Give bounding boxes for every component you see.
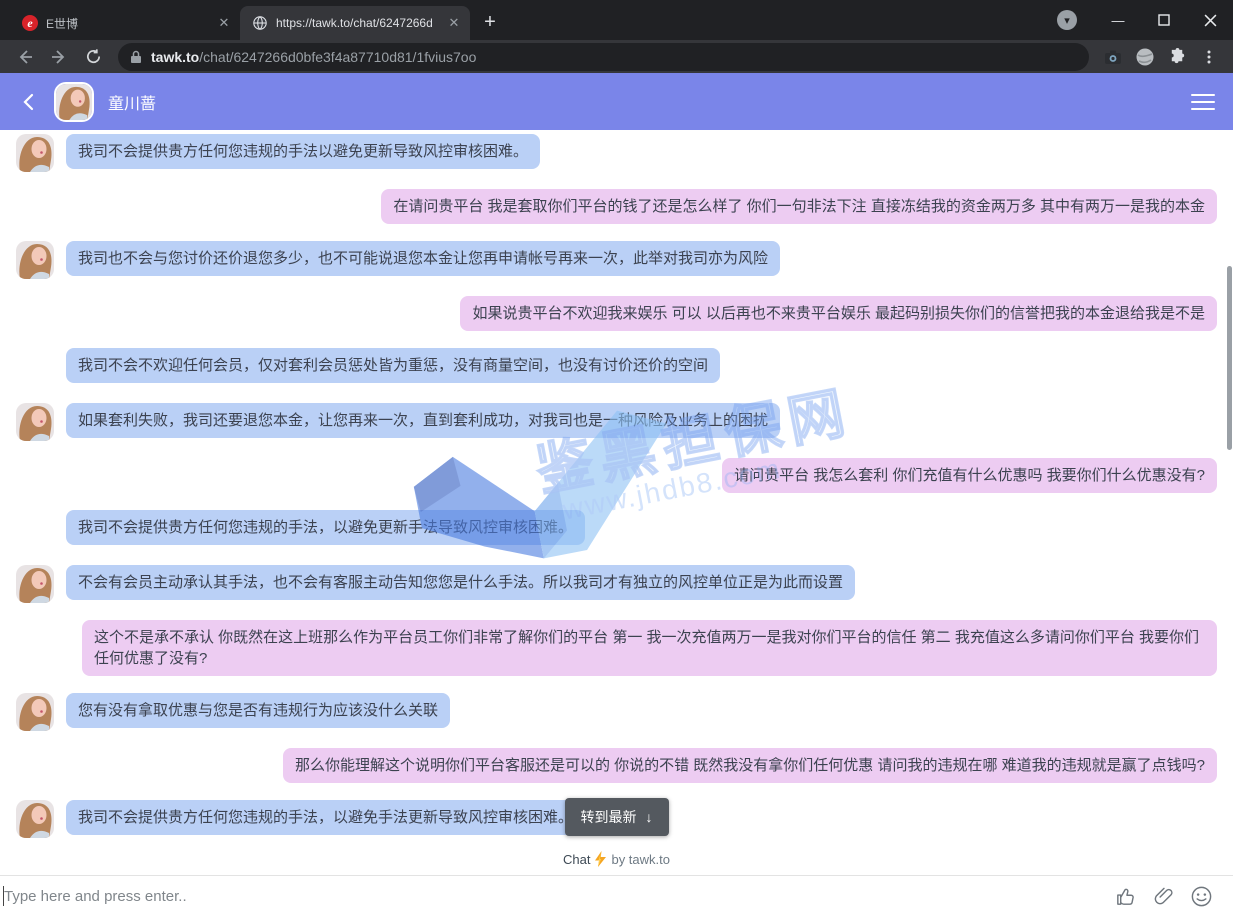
tab-close-icon[interactable]: ✕ [216, 15, 232, 31]
visitor-message-bubble: 这个不是承不承认 你既然在这上班那么作为平台员工你们非常了解你们的平台 第一 我… [82, 620, 1217, 676]
agent-message-bubble: 我司不会提供贵方任何您违规的手法，以避免手法更新导致风控审核困难。 [66, 800, 585, 835]
tab-search-icon[interactable]: ▾ [1057, 10, 1077, 30]
new-tab-button[interactable]: + [476, 8, 504, 36]
agent-message-bubble: 不会有会员主动承认其手法，也不会有客服主动告知您您是什么手法。所以我司才有独立的… [66, 565, 855, 600]
tab-esbo[interactable]: e E世博 ✕ [10, 6, 240, 40]
menu-kebab-icon[interactable] [1196, 44, 1222, 70]
agent-message-bubble: 我司不会提供贵方任何您违规的手法，以避免更新手法导致风控审核困难。 [66, 510, 585, 545]
chat-message-row: 我司不会提供贵方任何您违规的手法，以避免更新手法导致风控审核困难。 [16, 510, 1217, 548]
tabstrip-controls: ▾ — [1057, 0, 1233, 40]
chat-message-row: 如果套利失败，我司还要退您本金，让您再来一次，直到套利成功，对我司也是一种风险及… [16, 403, 1217, 441]
tab-strip: e E世博 ✕ https://tawk.to/chat/6247266d ✕ … [0, 0, 1233, 40]
agent-avatar [16, 693, 54, 731]
agent-message-bubble: 如果套利失败，我司还要退您本金，让您再来一次，直到套利成功，对我司也是一种风险及… [66, 403, 780, 438]
agent-message-bubble: 我司不会不欢迎任何会员，仅对套利会员惩处皆为重惩，没有商量空间，也没有讨价还价的… [66, 348, 720, 383]
browser-window: e E世博 ✕ https://tawk.to/chat/6247266d ✕ … [0, 0, 1233, 916]
chat-message-row: 我司不会提供贵方任何您违规的手法以避免更新导致风控审核困难。 [16, 134, 1217, 172]
jump-to-latest-button[interactable]: 转到最新 ↓ [565, 798, 669, 836]
chat-menu-icon[interactable] [1191, 94, 1215, 110]
url-host: tawk.to [151, 49, 199, 65]
agent-avatar [16, 565, 54, 603]
agent-avatar-header [54, 82, 94, 122]
window-close-button[interactable] [1187, 0, 1233, 40]
scrollbar-thumb[interactable] [1227, 266, 1232, 450]
extension-globe-icon[interactable] [1132, 44, 1158, 70]
chat-header: 童川蔷 [0, 73, 1233, 130]
down-arrow-icon: ↓ [646, 809, 653, 825]
agent-avatar [16, 134, 54, 172]
attachment-icon[interactable] [1152, 885, 1175, 908]
globe-favicon-icon [252, 15, 268, 31]
agent-avatar [16, 241, 54, 279]
address-bar[interactable]: tawk.to/chat/6247266d0bfe3f4a87710d81/1f… [118, 43, 1089, 71]
message-input[interactable] [4, 888, 1114, 905]
chat-body: 我司不会提供贵方任何您违规的手法以避免更新导致风控审核困难。在请问贵平台 我是套… [0, 130, 1233, 843]
agent-name: 童川蔷 [108, 90, 156, 114]
forward-icon[interactable] [46, 44, 72, 70]
emoji-icon[interactable] [1190, 885, 1213, 908]
window-minimize-button[interactable]: — [1095, 0, 1141, 40]
tab-close-icon[interactable]: ✕ [446, 15, 462, 31]
lock-icon [130, 50, 142, 64]
tab-title: https://tawk.to/chat/6247266d [276, 16, 438, 30]
tab-title: E世博 [46, 15, 208, 32]
chat-message-row: 我司不会不欢迎任何会员，仅对套利会员惩处皆为重惩，没有商量空间，也没有讨价还价的… [16, 348, 1217, 386]
tawk-branding[interactable]: Chat by tawk.to [0, 843, 1233, 875]
agent-message-bubble: 我司不会提供贵方任何您违规的手法以避免更新导致风控审核困难。 [66, 134, 540, 169]
chat-message-row: 我司也不会与您讨价还价退您多少，也不可能说退您本金让您再申请帐号再来一次，此举对… [16, 241, 1217, 279]
chat-message-row: 如果说贵平台不欢迎我来娱乐 可以 以后再也不来贵平台娱乐 最起码别损失你们的信誉… [16, 296, 1217, 331]
agent-avatar [16, 800, 54, 838]
agent-message-bubble: 您有没有拿取优惠与您是否有违规行为应该没什么关联 [66, 693, 450, 728]
back-icon[interactable] [12, 44, 38, 70]
reload-icon[interactable] [80, 44, 106, 70]
avatar-spacer [16, 510, 54, 548]
screenshot-camera-icon[interactable] [1100, 44, 1126, 70]
browser-toolbar: tawk.to/chat/6247266d0bfe3f4a87710d81/1f… [0, 40, 1233, 73]
chat-message-row: 那么你能理解这个说明你们平台客服还是可以的 你说的不错 既然我没有拿你们任何优惠… [16, 748, 1217, 783]
chat-back-icon[interactable] [18, 91, 40, 113]
chat-message-row: 在请问贵平台 我是套取你们平台的钱了还是怎么样了 你们一句非法下注 直接冻结我的… [16, 189, 1217, 224]
message-list: 我司不会提供贵方任何您违规的手法以避免更新导致风控审核困难。在请问贵平台 我是套… [0, 134, 1233, 838]
esbo-favicon-icon: e [22, 15, 38, 31]
chat-message-row: 请问贵平台 我怎么套利 你们充值有什么优惠吗 我要你们什么优惠没有? [16, 458, 1217, 493]
chat-message-row: 不会有会员主动承认其手法，也不会有客服主动告知您您是什么手法。所以我司才有独立的… [16, 565, 1217, 603]
visitor-message-bubble: 如果说贵平台不欢迎我来娱乐 可以 以后再也不来贵平台娱乐 最起码别损失你们的信誉… [460, 296, 1217, 331]
brand-chat-label: Chat [563, 852, 590, 867]
jump-to-latest-label: 转到最新 [581, 807, 637, 827]
lightning-bolt-icon [595, 851, 606, 867]
avatar-spacer [16, 348, 54, 386]
agent-message-bubble: 我司也不会与您讨价还价退您多少，也不可能说退您本金让您再申请帐号再来一次，此举对… [66, 241, 780, 276]
chat-message-row: 这个不是承不承认 你既然在这上班那么作为平台员工你们非常了解你们的平台 第一 我… [16, 620, 1217, 676]
tab-tawk-chat[interactable]: https://tawk.to/chat/6247266d ✕ [240, 6, 470, 40]
composer-bar [0, 875, 1233, 916]
composer-icons [1114, 885, 1213, 908]
window-maximize-button[interactable] [1141, 0, 1187, 40]
thumbs-up-icon[interactable] [1114, 885, 1137, 908]
url-path: /chat/6247266d0bfe3f4a87710d81/1fvius7oo [199, 49, 476, 65]
visitor-message-bubble: 在请问贵平台 我是套取你们平台的钱了还是怎么样了 你们一句非法下注 直接冻结我的… [381, 189, 1217, 224]
visitor-message-bubble: 那么你能理解这个说明你们平台客服还是可以的 你说的不错 既然我没有拿你们任何优惠… [283, 748, 1217, 783]
extensions-puzzle-icon[interactable] [1164, 44, 1190, 70]
agent-avatar [16, 403, 54, 441]
visitor-message-bubble: 请问贵平台 我怎么套利 你们充值有什么优惠吗 我要你们什么优惠没有? [722, 458, 1217, 493]
chat-message-row: 您有没有拿取优惠与您是否有违规行为应该没什么关联 [16, 693, 1217, 731]
brand-by-label: by tawk.to [611, 852, 670, 867]
